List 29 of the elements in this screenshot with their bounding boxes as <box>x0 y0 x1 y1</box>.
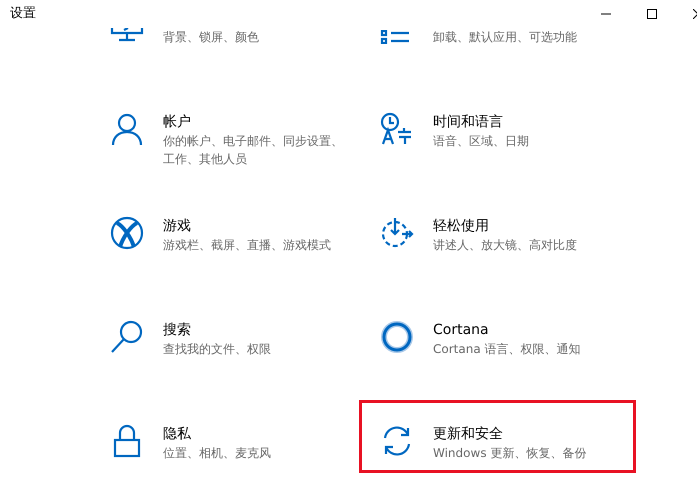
setting-description: 你的帐户、电子邮件、同步设置、工作、其他人员 <box>163 133 344 168</box>
setting-title[interactable]: 时间和语言 <box>433 112 529 132</box>
setting-description: 背景、锁屏、颜色 <box>163 29 259 46</box>
maximize-icon[interactable] <box>647 9 657 19</box>
close-icon[interactable] <box>693 9 697 19</box>
setting-title[interactable]: 轻松使用 <box>433 216 577 236</box>
setting-title[interactable]: 更新和安全 <box>433 424 586 444</box>
setting-description: 卸载、默认应用、可选功能 <box>433 29 577 46</box>
setting-description: 游戏栏、截屏、直播、游戏模式 <box>163 237 331 254</box>
setting-description: 语音、区域、日期 <box>433 133 529 150</box>
setting-description: 位置、相机、麦克风 <box>163 445 271 462</box>
xbox-icon <box>110 216 144 250</box>
ring-icon <box>380 320 414 354</box>
setting-title[interactable]: 游戏 <box>163 216 331 236</box>
setting-title[interactable]: 帐户 <box>163 112 344 132</box>
setting-description: 查找我的文件、权限 <box>163 341 271 358</box>
setting-title[interactable]: 隐私 <box>163 424 271 444</box>
search-icon <box>110 320 144 354</box>
setting-description: Windows 更新、恢复、备份 <box>433 445 586 462</box>
setting-description: Cortana 语言、权限、通知 <box>433 341 580 358</box>
monitor-icon <box>110 28 144 42</box>
clock-language-icon <box>380 112 414 146</box>
setting-title[interactable]: Cortana <box>433 320 580 340</box>
list-icon <box>380 30 412 44</box>
person-icon <box>110 112 144 146</box>
ease-of-access-icon <box>380 216 414 250</box>
setting-title[interactable]: 搜索 <box>163 320 271 340</box>
window-title: 设置 <box>10 5 36 24</box>
setting-description: 讲述人、放大镜、高对比度 <box>433 237 577 254</box>
